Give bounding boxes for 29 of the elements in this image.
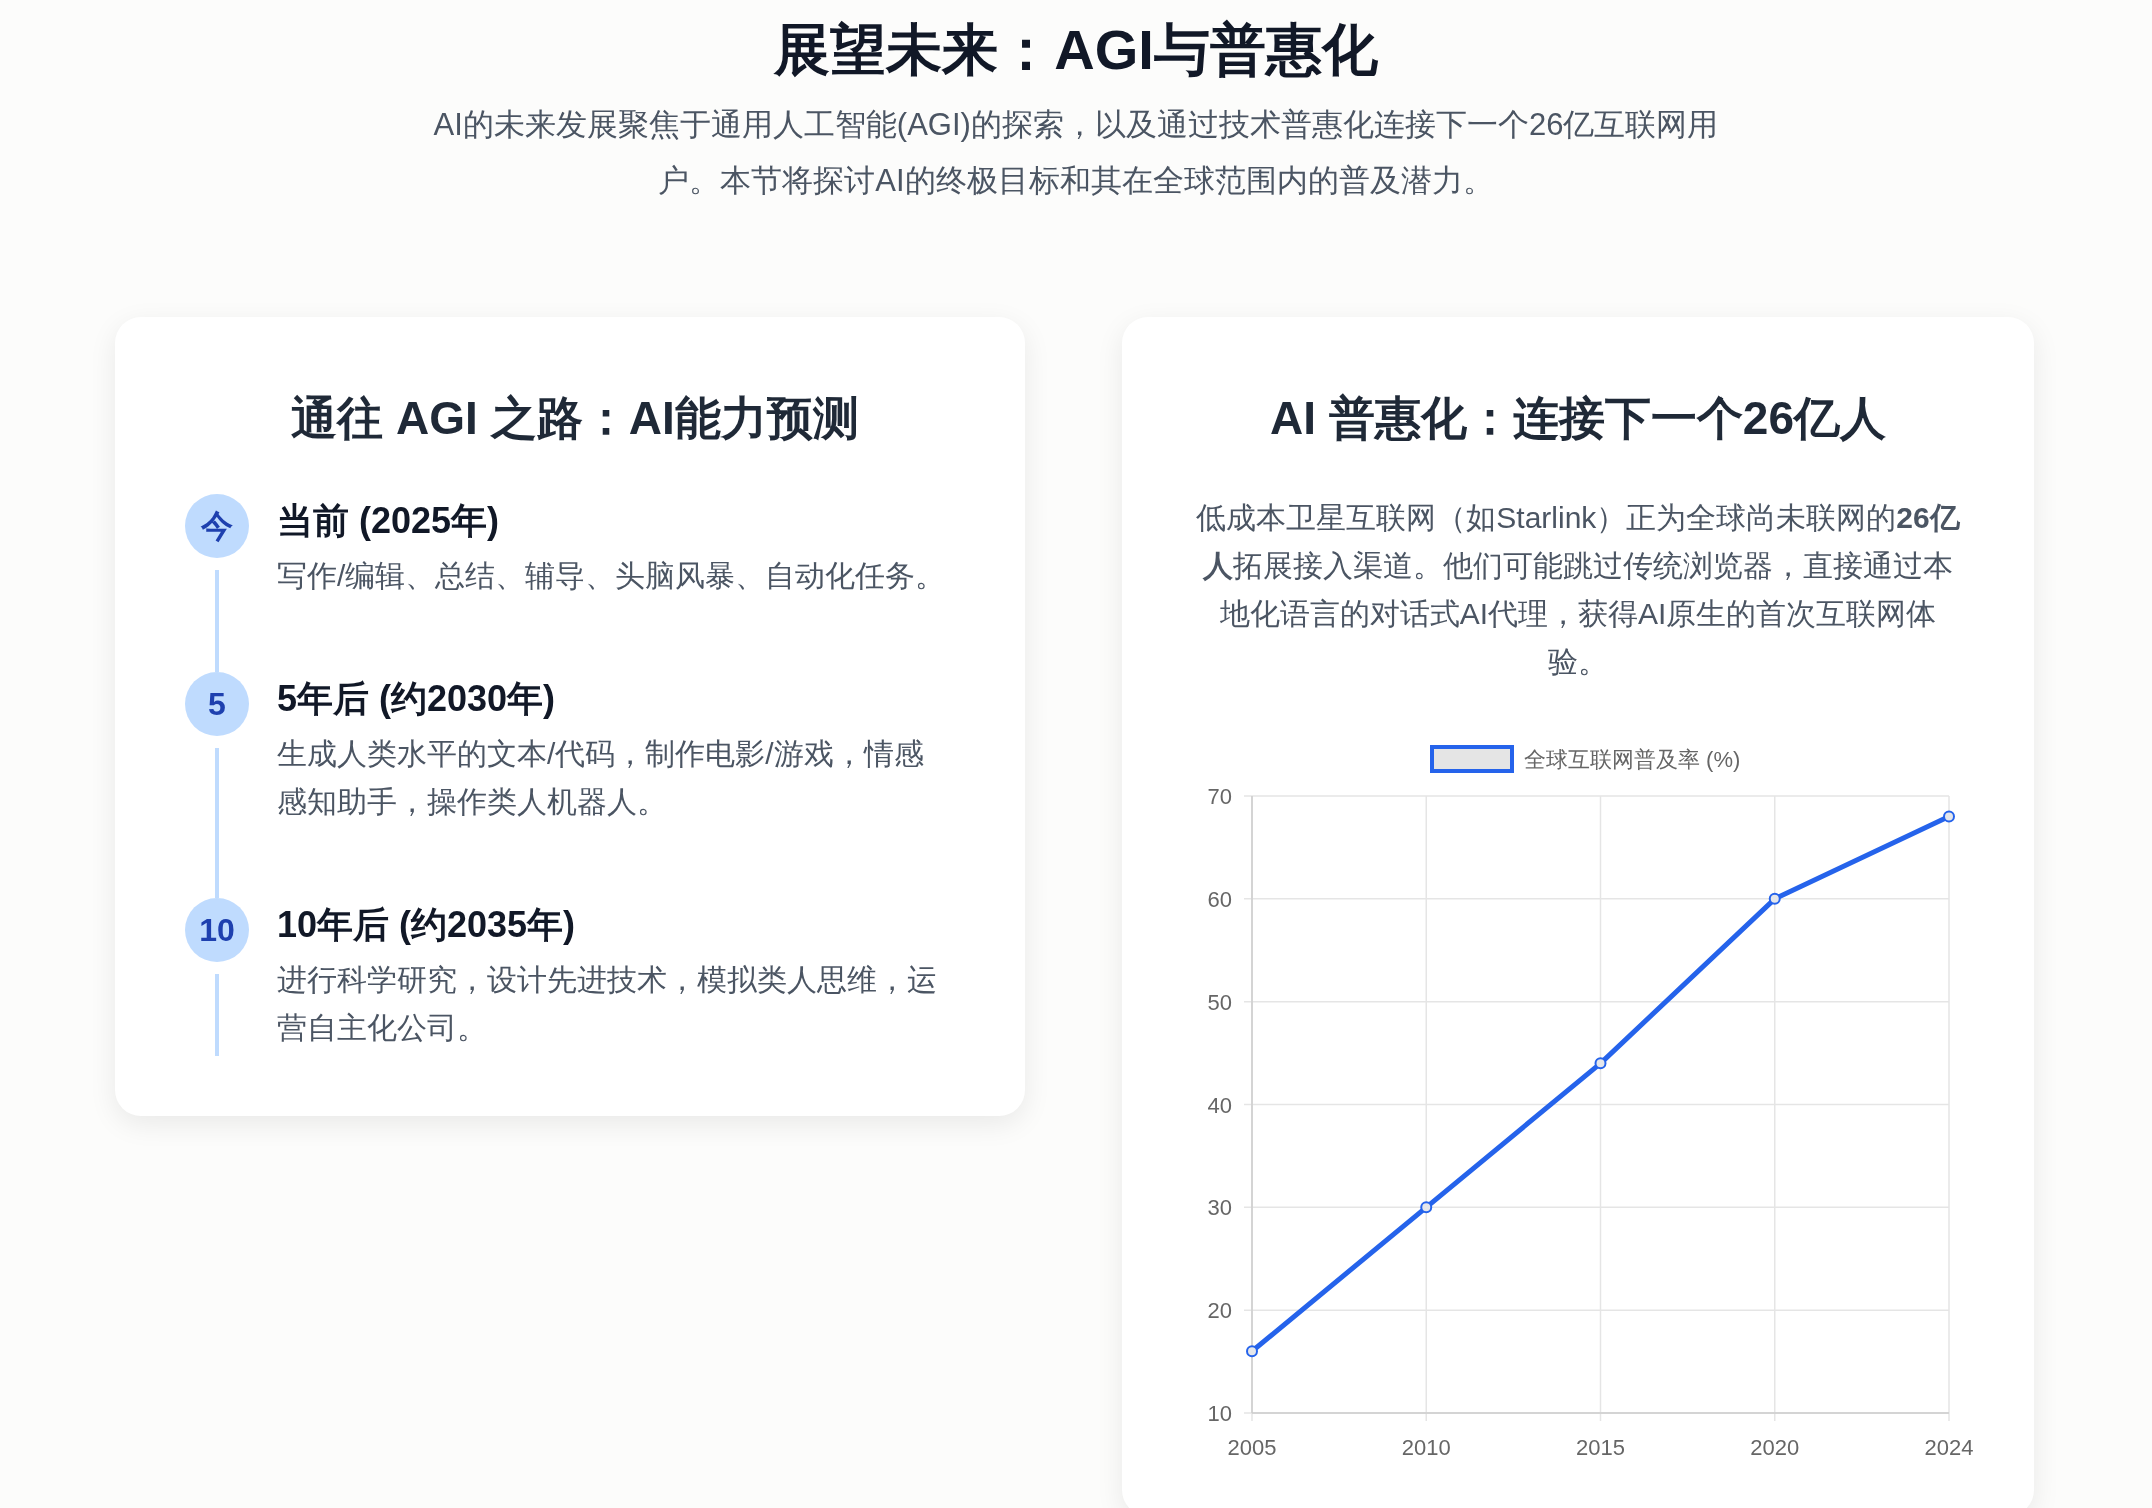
timeline-text: 进行科学研究，设计先进技术，模拟类人思维，运营自主化公司。: [277, 961, 938, 1046]
page-subtitle: AI的未来发展聚焦于通用人工智能(AGI)的探索，以及通过技术普惠化连接下一个26亿互联网用户。本节将探讨AI的终极目标和其在全球范围内的普及潜力。: [432, 106, 1720, 200]
axis-label: 30: [1207, 1195, 1232, 1221]
axis-label: 2005: [1227, 1434, 1277, 1460]
card-title: AI 普惠化：连接下一个26亿人: [1269, 390, 1887, 446]
timeline-marker: 5: [185, 671, 249, 736]
axis-label: 20: [1207, 1298, 1232, 1324]
description-text: 低成本卫星互联网（如Starlink）正为全球尚未联网的26亿人拓展接入渠道。他们可能跳过传统浏览器，直接通过本地化语言的对话式AI代理，获得AI原生的首次互联网体验。: [1195, 499, 1961, 680]
axis-label: 2020: [1750, 1434, 1800, 1460]
axis-label: 2010: [1401, 1434, 1451, 1460]
data-point: [1246, 1345, 1258, 1358]
timeline-heading: 5年后 (约2030年): [277, 676, 557, 721]
page-title: 展望未来：AGI与普惠化: [774, 17, 1378, 83]
axis-label: 2015: [1576, 1434, 1625, 1460]
axis-label: 70: [1207, 783, 1232, 809]
timeline-heading: 10年后 (约2035年): [277, 902, 577, 947]
axis-label: 2024: [1924, 1434, 1974, 1460]
legend-label: 全球互联网普及率 (%): [1524, 746, 1741, 772]
timeline-text: 生成人类水平的文本/代码，制作电影/游戏，情感感知助手，操作类人机器人。: [277, 735, 925, 820]
axis-label: 10: [1207, 1400, 1232, 1426]
axis-label: 60: [1207, 886, 1232, 912]
legend-swatch-icon: [1430, 744, 1514, 773]
timeline-marker: 今: [185, 493, 249, 558]
axis-label: 40: [1207, 1092, 1232, 1118]
card-title: 通往 AGI 之路：AI能力预测: [290, 390, 860, 446]
timeline-marker: 10: [185, 897, 249, 962]
timeline-heading: 当前 (2025年): [277, 498, 501, 543]
timeline-text: 写作/编辑、总结、辅导、头脑风暴、自动化任务。: [277, 557, 947, 594]
axis-label: 50: [1207, 989, 1232, 1015]
